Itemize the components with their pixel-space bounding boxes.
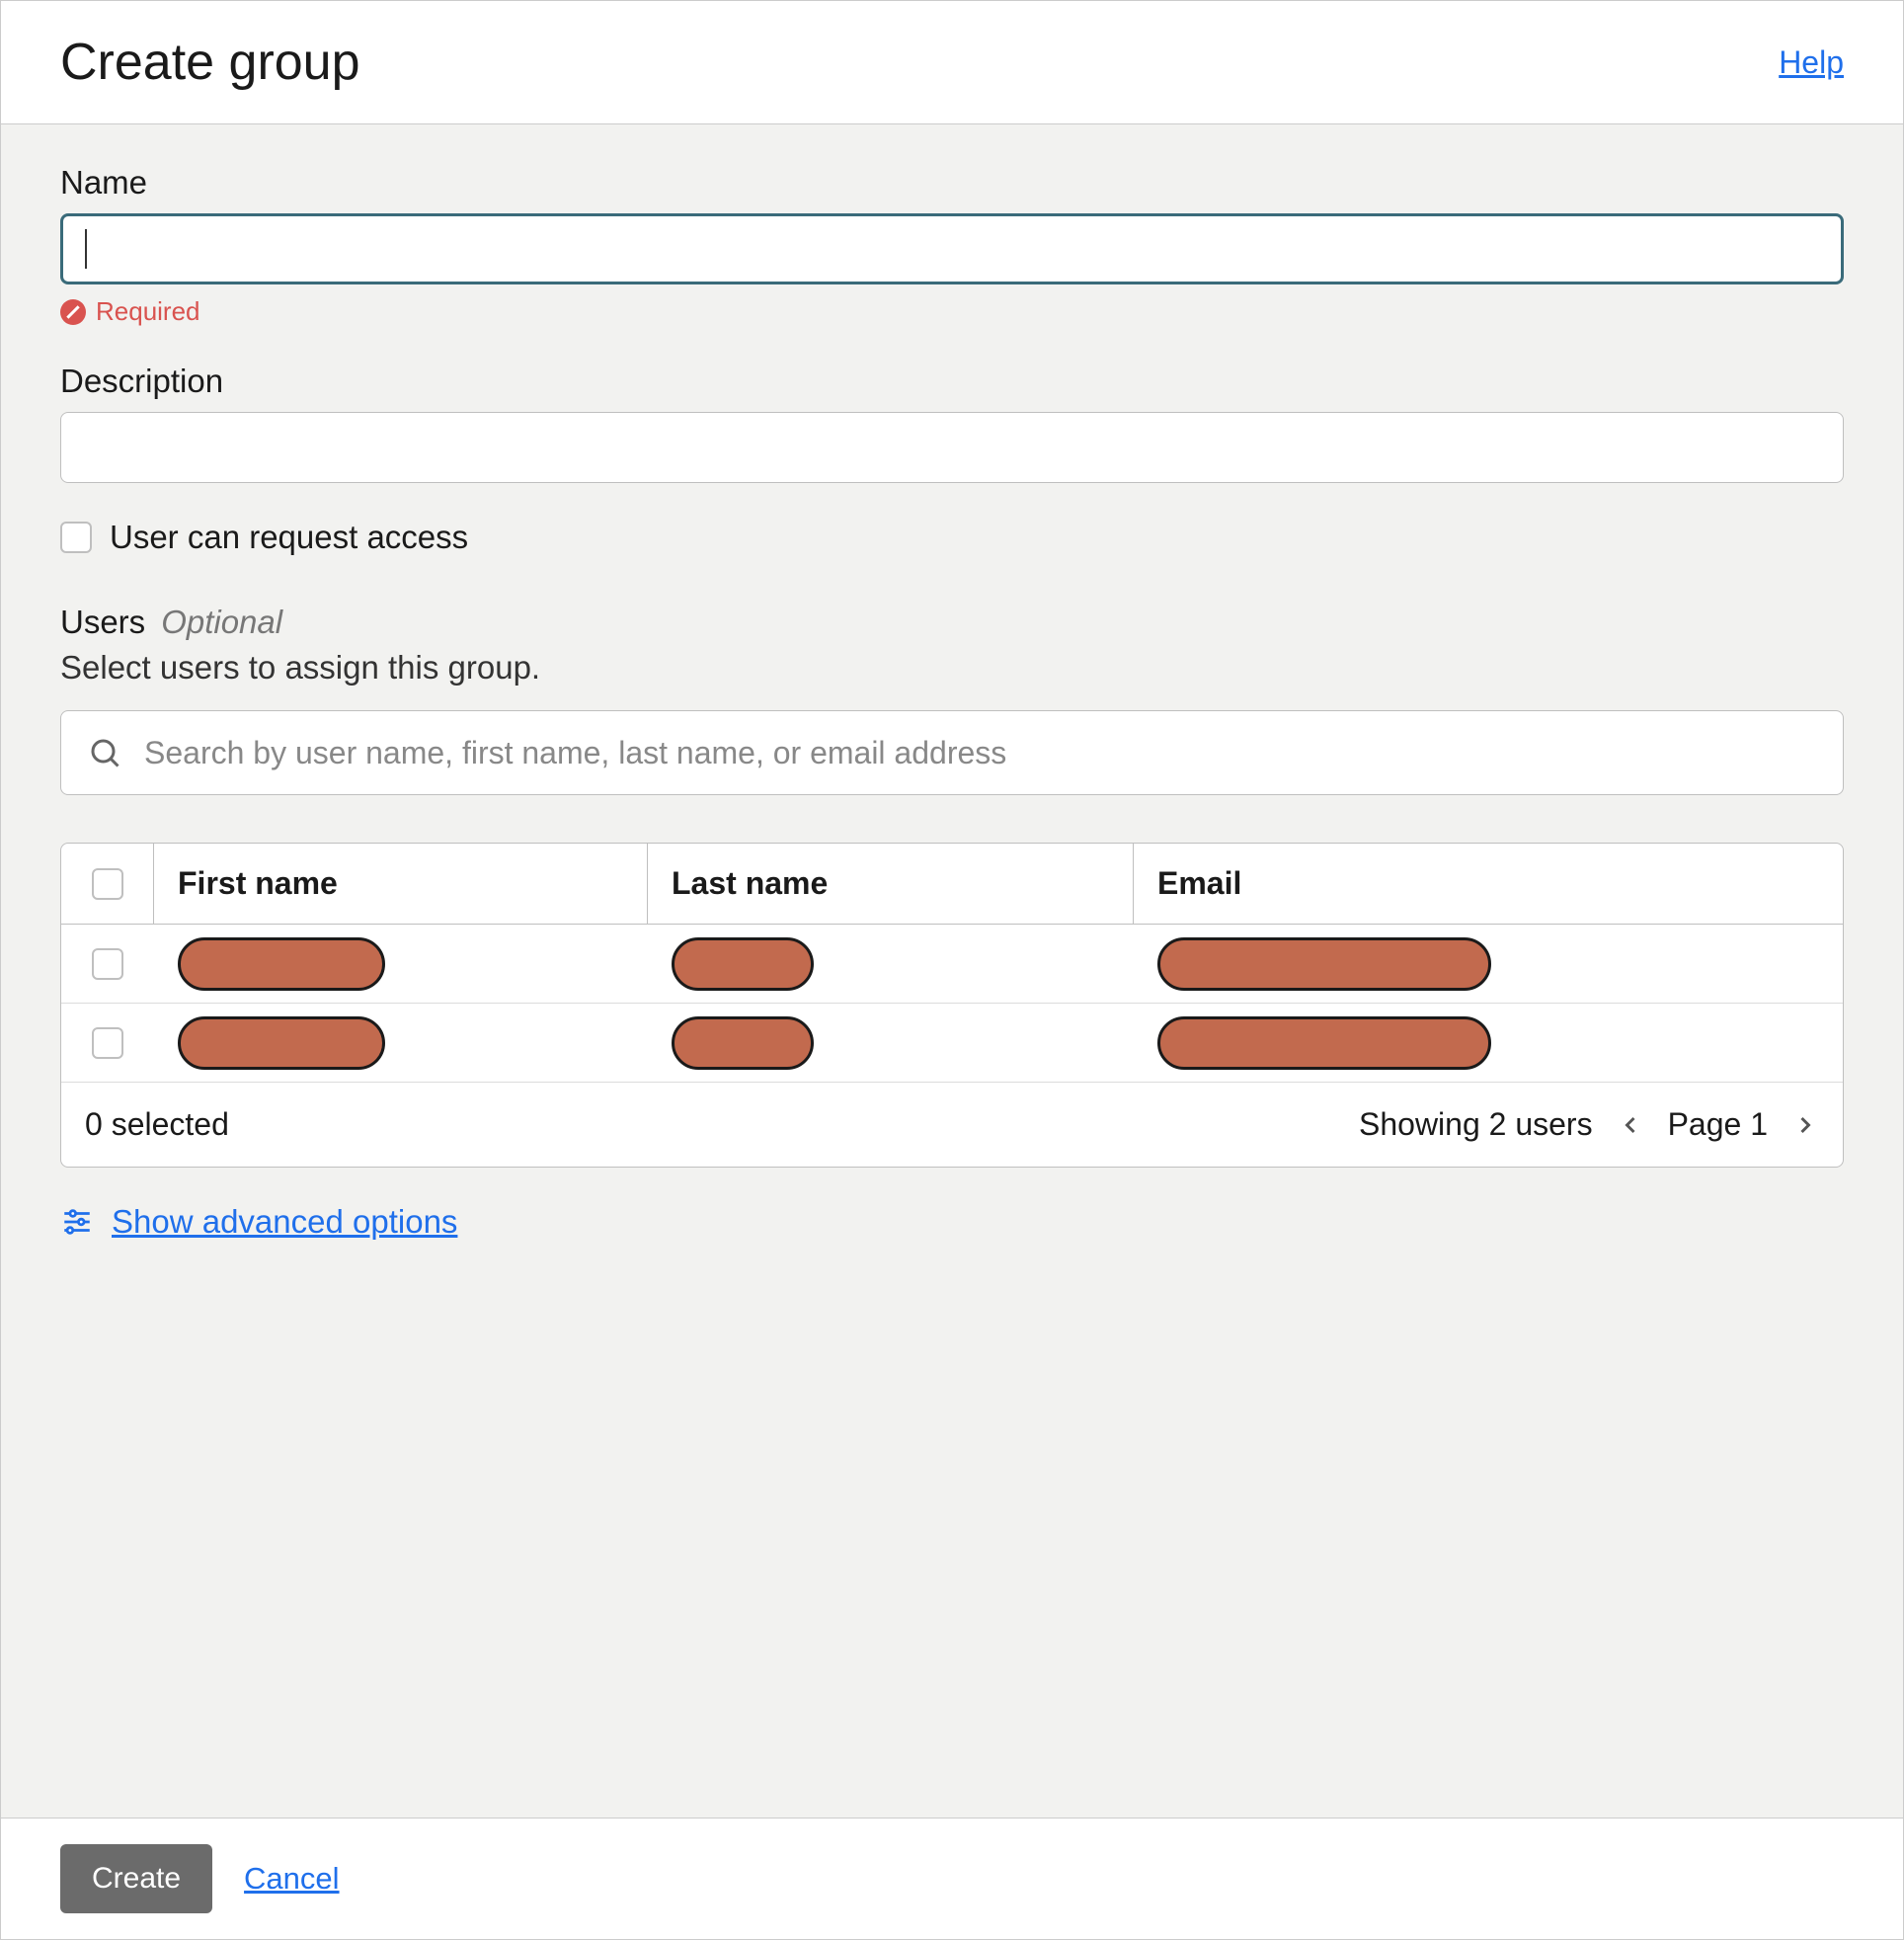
create-button[interactable]: Create <box>60 1844 212 1913</box>
error-icon <box>60 299 86 325</box>
cancel-link[interactable]: Cancel <box>244 1861 340 1897</box>
request-access-checkbox[interactable] <box>60 522 92 553</box>
show-advanced-link[interactable]: Show advanced options <box>112 1203 457 1241</box>
name-label: Name <box>60 164 1844 202</box>
col-last-name: Last name <box>648 844 1134 924</box>
text-cursor <box>85 229 87 269</box>
col-email: Email <box>1134 844 1843 924</box>
page-title: Create group <box>60 33 360 92</box>
col-first-name: First name <box>154 844 648 924</box>
table-row <box>61 1004 1843 1083</box>
select-all-checkbox[interactable] <box>92 868 123 900</box>
selected-count: 0 selected <box>85 1106 229 1143</box>
users-section-description: Select users to assign this group. <box>60 649 1844 687</box>
name-input[interactable] <box>60 213 1844 284</box>
users-table: First name Last name Email <box>60 843 1844 1168</box>
redacted-first-name <box>178 1016 385 1070</box>
table-header: First name Last name Email <box>61 844 1843 925</box>
redacted-first-name <box>178 937 385 991</box>
user-search-input[interactable] <box>144 735 1817 771</box>
row-checkbox[interactable] <box>92 948 123 980</box>
user-search-wrap[interactable] <box>60 710 1844 795</box>
description-label: Description <box>60 363 1844 400</box>
redacted-last-name <box>672 937 814 991</box>
chevron-left-icon <box>1617 1111 1644 1139</box>
search-icon <box>87 735 122 770</box>
name-error-text: Required <box>96 296 200 327</box>
description-input[interactable] <box>60 412 1844 483</box>
redacted-last-name <box>672 1016 814 1070</box>
users-section-title: Users <box>60 604 145 641</box>
page-indicator: Page 1 <box>1668 1106 1768 1143</box>
redacted-email <box>1157 1016 1491 1070</box>
row-checkbox[interactable] <box>92 1027 123 1059</box>
request-access-label: User can request access <box>110 519 468 556</box>
prev-page-button[interactable] <box>1617 1111 1644 1139</box>
chevron-right-icon <box>1791 1111 1819 1139</box>
next-page-button[interactable] <box>1791 1111 1819 1139</box>
showing-count: Showing 2 users <box>1359 1106 1593 1143</box>
redacted-email <box>1157 937 1491 991</box>
help-link[interactable]: Help <box>1779 44 1844 81</box>
table-row <box>61 925 1843 1004</box>
users-optional-label: Optional <box>161 604 282 641</box>
sliders-icon <box>60 1205 94 1239</box>
